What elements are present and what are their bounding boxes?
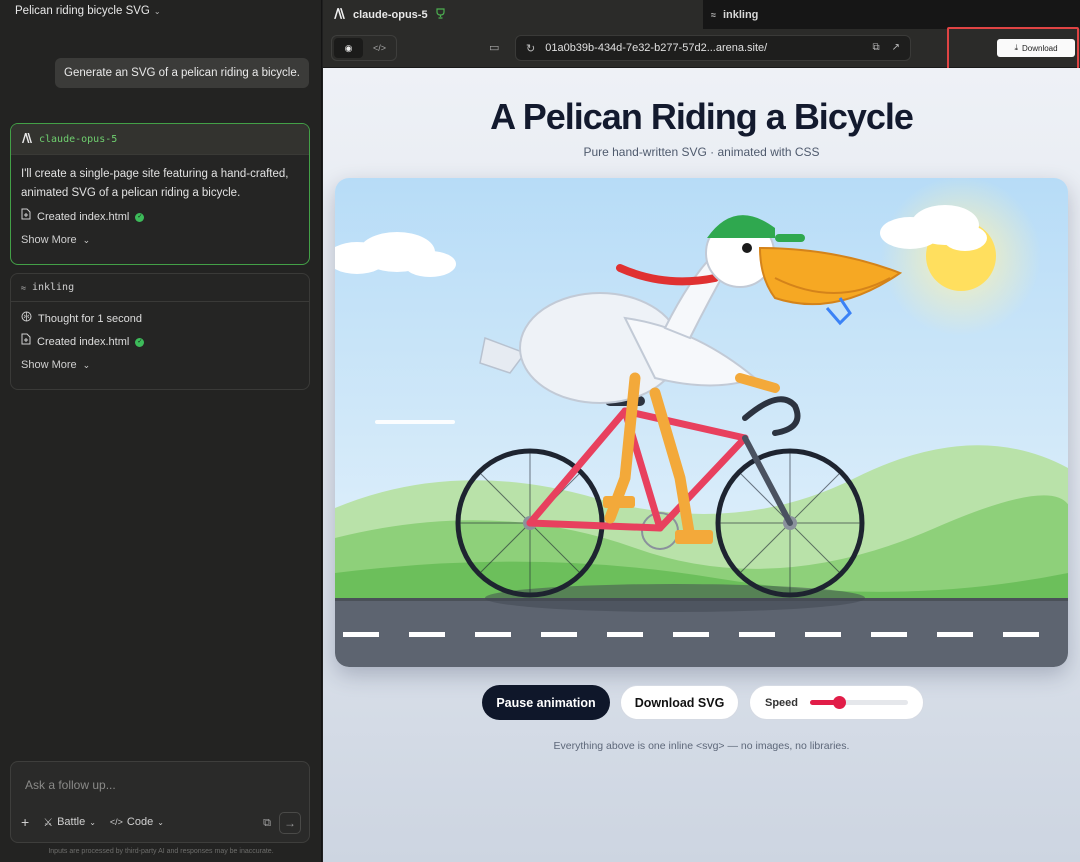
speed-line bbox=[375, 420, 455, 424]
show-more-button[interactable]: Show More ⌄ bbox=[21, 354, 299, 377]
model-name: inkling bbox=[31, 282, 75, 293]
anthropic-logo-icon bbox=[21, 132, 33, 146]
composer: + ⚔ Battle ⌄ </> Code ⌄ ⧉ → bbox=[10, 761, 310, 843]
code-view-button[interactable]: </> bbox=[365, 38, 394, 58]
tab-label: claude-opus-5 bbox=[353, 8, 428, 21]
download-svg-button[interactable]: Download SVG bbox=[620, 685, 739, 720]
page-title: A Pelican Riding a Bicycle bbox=[490, 96, 914, 137]
tab-inkling[interactable]: ≈ inkling bbox=[703, 0, 1080, 29]
send-button[interactable]: → bbox=[279, 812, 301, 834]
response-text: I'll create a single-page site featuring… bbox=[21, 168, 289, 199]
speed-slider-knob[interactable] bbox=[833, 696, 847, 709]
inkling-logo-icon: ≈ bbox=[711, 9, 716, 20]
file-created-row[interactable]: Created index.html ✓ bbox=[21, 331, 299, 354]
file-icon bbox=[21, 208, 31, 227]
preview-view-button[interactable]: ◉ bbox=[334, 38, 363, 58]
chevron-down-icon: ⌄ bbox=[153, 6, 161, 16]
check-icon: ✓ bbox=[135, 213, 145, 222]
tab-label: inkling bbox=[722, 8, 759, 21]
speed-slider[interactable] bbox=[810, 696, 909, 709]
pelican-svg bbox=[335, 178, 1068, 667]
page-subtitle: Pure hand-written SVG · animated with CS… bbox=[583, 145, 820, 159]
preview-pane: A Pelican Riding a Bicycle Pure hand-wri… bbox=[323, 68, 1080, 862]
brain-icon bbox=[21, 310, 32, 329]
chat-panel: Pelican riding bicycle SVG ⌄ Generate an… bbox=[0, 0, 322, 862]
file-created-row[interactable]: Created index.html ✓ bbox=[21, 206, 299, 229]
device-frame-icon[interactable]: ▭ bbox=[489, 41, 499, 54]
chevron-down-icon: ⌄ bbox=[89, 817, 96, 827]
add-button[interactable]: + bbox=[21, 814, 29, 830]
pelican-scene bbox=[335, 178, 1068, 667]
chat-title-text: Pelican riding bicycle SVG bbox=[15, 5, 150, 17]
file-created-label: Created index.html bbox=[37, 211, 130, 223]
reload-icon[interactable]: ↻ bbox=[526, 42, 535, 55]
code-dropdown[interactable]: </> Code ⌄ bbox=[110, 816, 164, 828]
tab-claude-opus-5[interactable]: claude-opus-5 bbox=[323, 0, 703, 29]
chat-title[interactable]: Pelican riding bicycle SVG ⌄ bbox=[15, 5, 161, 17]
code-label: Code bbox=[126, 816, 154, 828]
thought-row[interactable]: Thought for 1 second bbox=[21, 308, 299, 331]
show-more-button[interactable]: Show More ⌄ bbox=[21, 229, 299, 252]
bike-shadow bbox=[485, 584, 865, 612]
user-message: Generate an SVG of a pelican riding a bi… bbox=[55, 58, 309, 88]
eye-icon: ◉ bbox=[344, 42, 353, 53]
speed-control: Speed bbox=[749, 685, 924, 720]
trophy-icon bbox=[435, 7, 446, 22]
model-tabs: claude-opus-5 ≈ inkling bbox=[323, 0, 1080, 29]
download-button[interactable]: ⤓ Download bbox=[997, 39, 1075, 57]
code-icon: </> bbox=[109, 817, 123, 827]
chevron-down-icon: ⌄ bbox=[157, 817, 164, 827]
swords-icon: ⚔ bbox=[43, 816, 54, 829]
image-attach-icon[interactable]: ⧉ bbox=[263, 817, 271, 830]
plus-icon: + bbox=[21, 814, 30, 830]
code-icon: </> bbox=[372, 43, 386, 53]
model-name: claude-opus-5 bbox=[39, 133, 118, 145]
battle-dropdown[interactable]: ⚔ Battle ⌄ bbox=[43, 816, 96, 829]
pause-animation-button[interactable]: Pause animation bbox=[482, 685, 610, 720]
speed-label: Speed bbox=[765, 696, 799, 709]
inkling-logo-icon: ≈ bbox=[21, 282, 26, 293]
url-bar[interactable]: ↻ 01a0b39b-434d-7e32-b277-57d2...arena.s… bbox=[515, 35, 911, 61]
url-text: 01a0b39b-434d-7e32-b277-57d2...arena.sit… bbox=[545, 42, 768, 54]
show-more-label: Show More bbox=[21, 234, 77, 246]
thought-label: Thought for 1 second bbox=[38, 313, 142, 325]
chevron-down-icon: ⌄ bbox=[82, 235, 91, 245]
show-more-label: Show More bbox=[21, 359, 77, 371]
download-icon: ⤓ bbox=[1014, 43, 1018, 52]
follow-up-input[interactable] bbox=[25, 778, 285, 792]
external-link-icon[interactable]: ↗ bbox=[892, 42, 900, 53]
footnote: Everything above is one inline <svg> — n… bbox=[553, 740, 850, 752]
download-label: Download bbox=[1021, 43, 1058, 53]
response-card-inkling: ≈ inkling Thought for 1 second Created i… bbox=[10, 273, 310, 390]
check-icon: ✓ bbox=[135, 338, 145, 347]
file-created-label: Created index.html bbox=[37, 336, 130, 348]
view-toggle: ◉ </> bbox=[331, 35, 397, 61]
file-icon bbox=[21, 333, 31, 352]
battle-label: Battle bbox=[57, 816, 86, 828]
chevron-down-icon: ⌄ bbox=[82, 360, 91, 370]
disclaimer: Inputs are processed by third-party AI a… bbox=[48, 848, 274, 855]
response-card-claude: claude-opus-5 I'll create a single-page … bbox=[10, 123, 310, 265]
arrow-right-icon: → bbox=[284, 816, 296, 830]
anthropic-logo-icon bbox=[333, 7, 346, 22]
copy-icon[interactable]: ⧉ bbox=[872, 42, 879, 53]
